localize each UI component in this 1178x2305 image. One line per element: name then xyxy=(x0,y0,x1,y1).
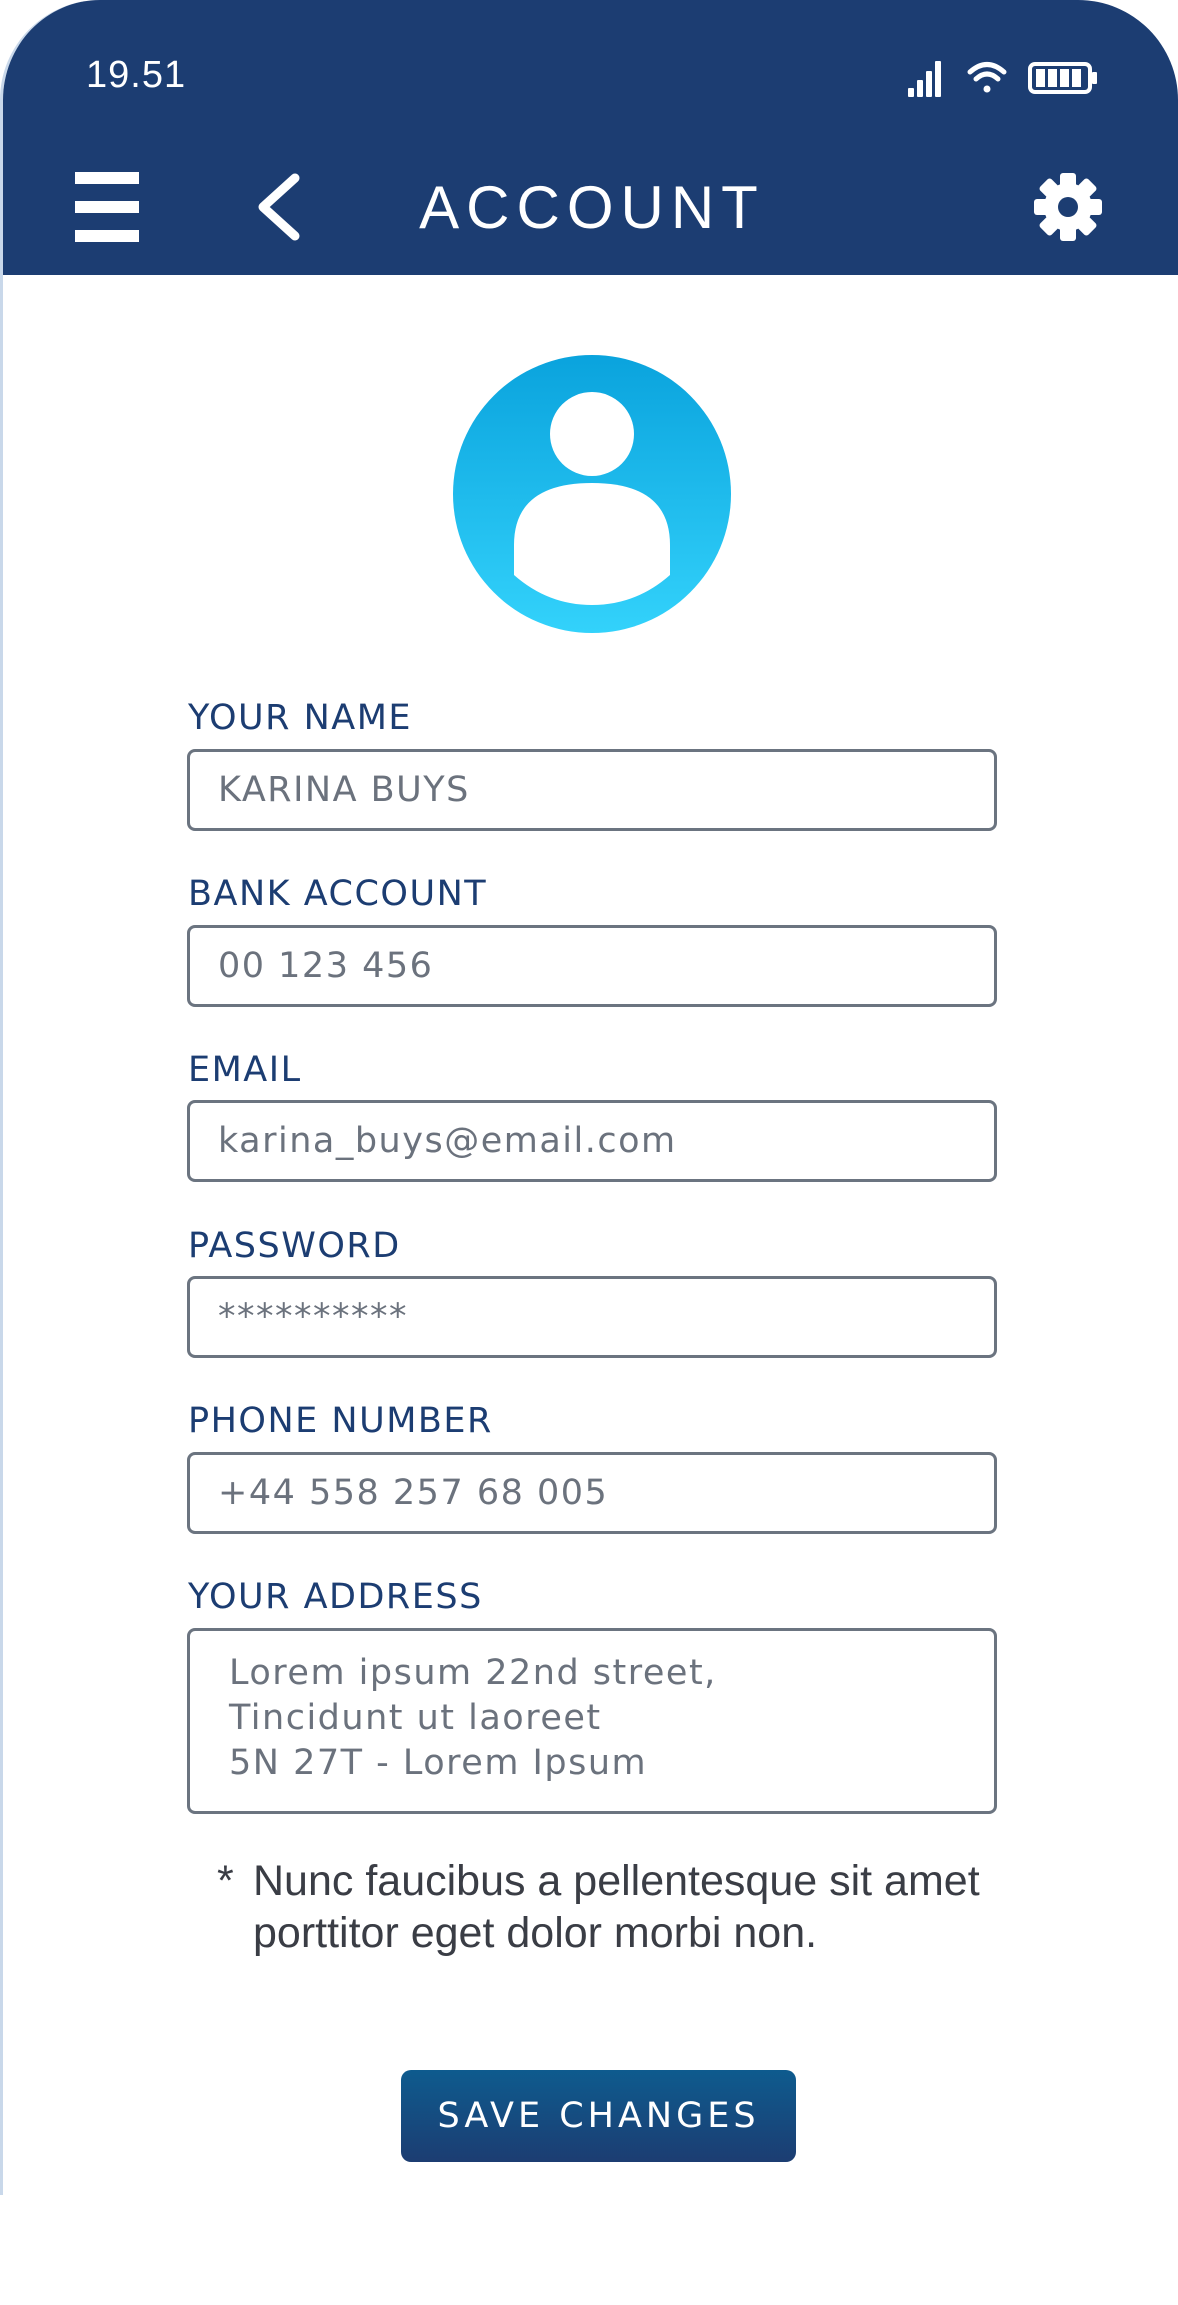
address-line-1: Lorem ipsum 22nd street, xyxy=(229,1653,717,1693)
save-changes-button[interactable]: SAVE CHANGES xyxy=(401,2070,796,2162)
address-label: YOUR ADDRESS xyxy=(188,1577,483,1617)
phone-label: PHONE NUMBER xyxy=(188,1401,493,1441)
profile-avatar[interactable] xyxy=(453,355,731,633)
battery-icon xyxy=(1028,62,1097,94)
address-line-3: 5N 27T - Lorem Ipsum xyxy=(229,1743,648,1783)
bank-account-label: BANK ACCOUNT xyxy=(188,874,488,914)
email-input[interactable]: karina_buys@email.com xyxy=(187,1100,997,1182)
user-avatar-icon xyxy=(514,392,670,605)
wifi-icon xyxy=(967,62,1007,93)
signal-icon xyxy=(908,61,941,97)
footnote-marker: * xyxy=(217,1857,234,1905)
name-label: YOUR NAME xyxy=(188,698,413,738)
password-input[interactable]: ********** xyxy=(187,1276,997,1358)
phone-screen: 19.51 ACCOUNT YOUR NAME KARINA BUYS BANK… xyxy=(0,0,1178,2195)
bank-account-input[interactable]: 00 123 456 xyxy=(187,925,997,1007)
footnote-text: Nunc faucibus a pellentesque sit amet po… xyxy=(253,1857,980,1957)
app-header: 19.51 ACCOUNT xyxy=(3,0,1178,275)
gear-icon[interactable] xyxy=(1033,172,1103,242)
email-label: EMAIL xyxy=(188,1050,302,1090)
phone-input[interactable]: +44 558 257 68 005 xyxy=(187,1452,997,1534)
status-icons xyxy=(908,58,1098,98)
address-line-2: Tincidunt ut laoreet xyxy=(229,1698,602,1738)
status-time: 19.51 xyxy=(86,54,187,96)
password-label: PASSWORD xyxy=(188,1226,401,1266)
page-title: ACCOUNT xyxy=(419,174,765,241)
address-textarea[interactable]: Lorem ipsum 22nd street, Tincidunt ut la… xyxy=(187,1628,997,1814)
name-input[interactable]: KARINA BUYS xyxy=(187,749,997,831)
